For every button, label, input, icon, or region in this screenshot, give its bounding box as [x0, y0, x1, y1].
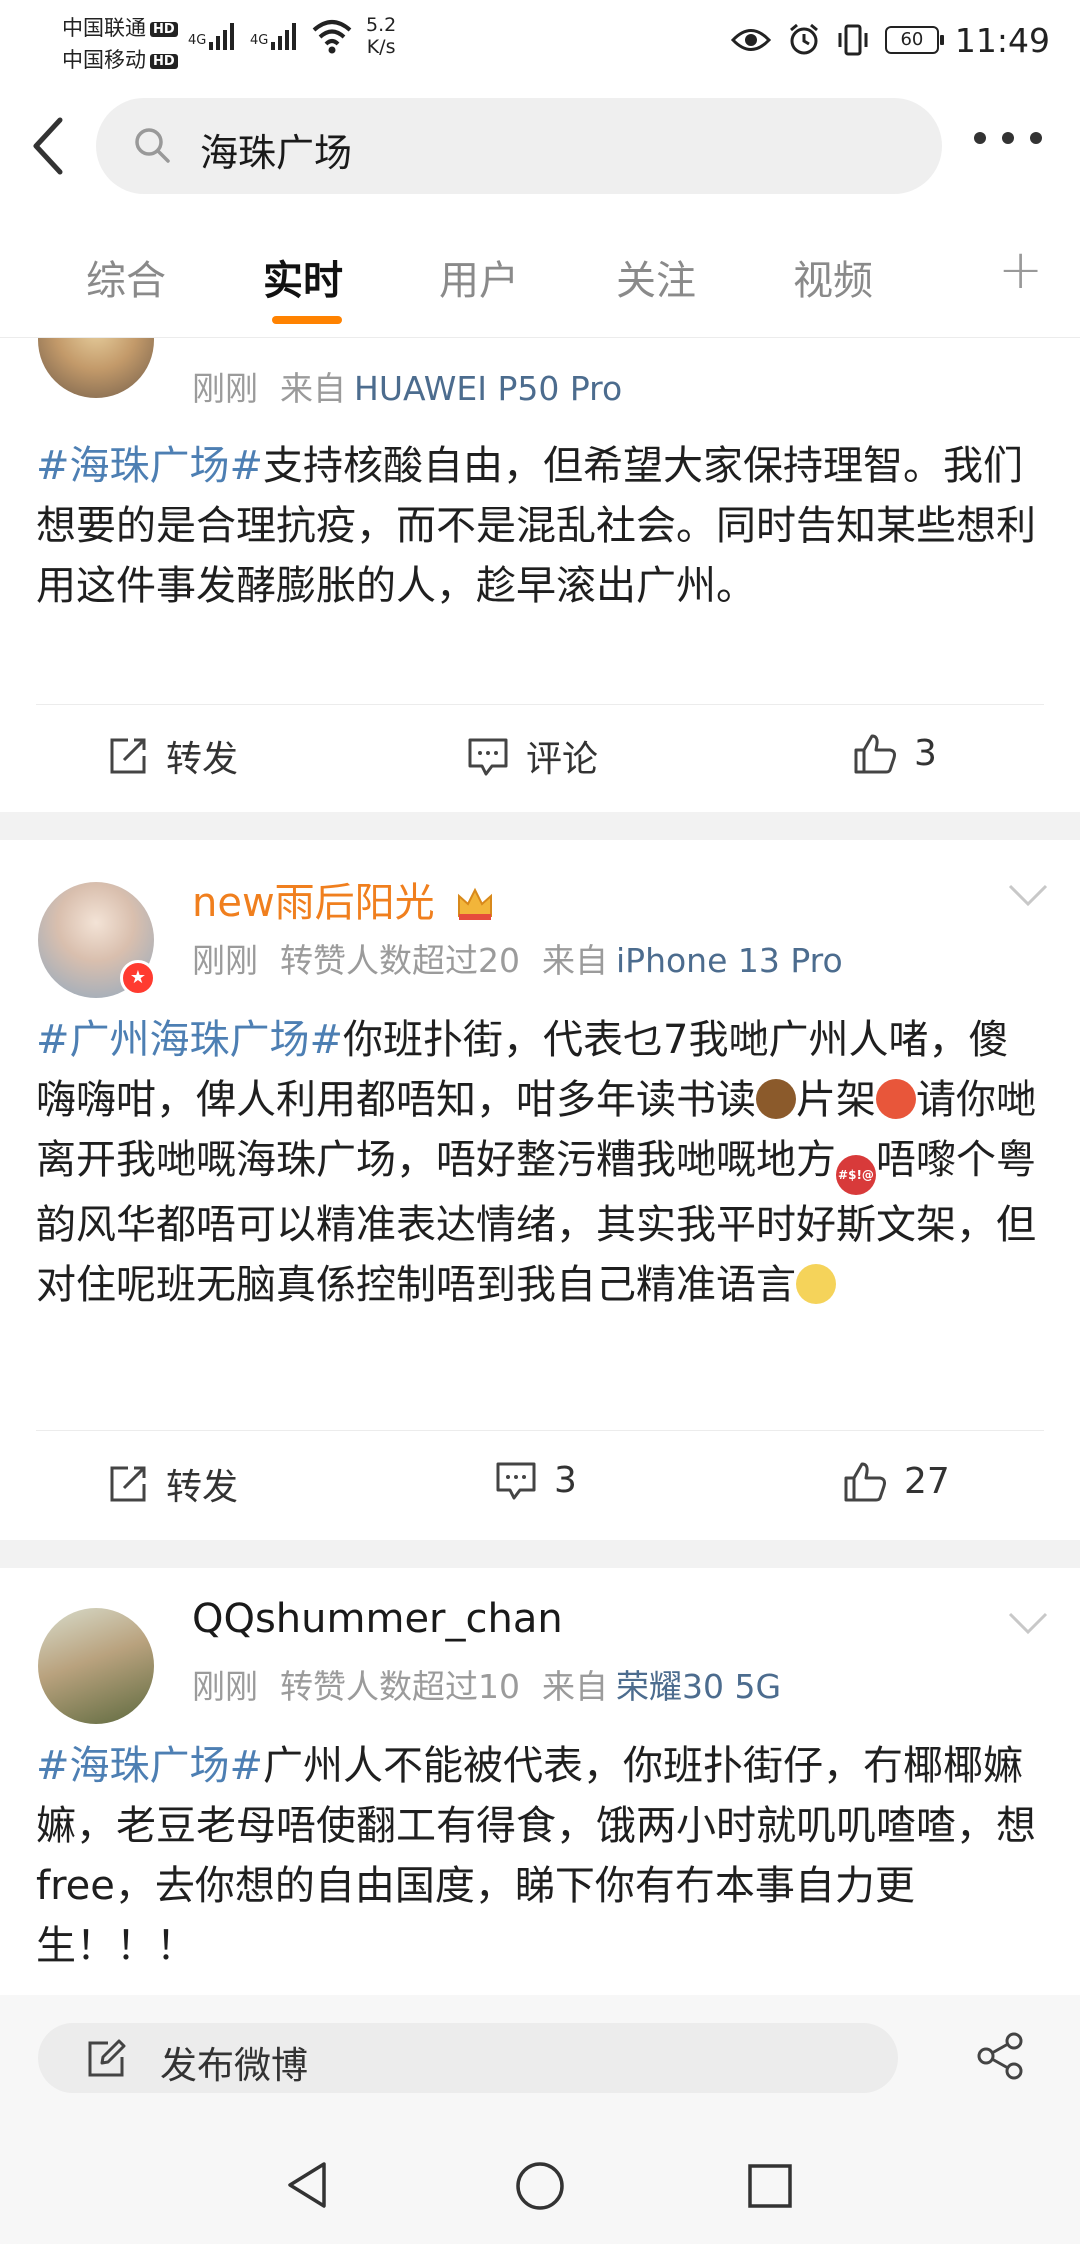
signal-1-icon: 4G — [188, 22, 235, 50]
tab-realtime[interactable]: 实时 — [263, 248, 343, 306]
search-icon — [135, 128, 170, 163]
poop-emoji-icon — [756, 1079, 796, 1119]
tab-following[interactable]: 关注 — [616, 248, 696, 306]
repost-icon — [110, 1466, 146, 1502]
compose-post-button[interactable]: 发布微博 — [38, 2023, 898, 2093]
divider — [36, 704, 1044, 705]
bottom-action-bar: 发布微博 — [0, 1995, 1080, 2120]
comment-icon — [496, 1462, 536, 1500]
comment-button[interactable]: 3 — [494, 1458, 577, 1502]
signal-2-icon: 4G — [250, 22, 297, 50]
chevron-down-icon[interactable] — [1006, 880, 1050, 910]
wifi-icon — [312, 20, 352, 54]
nav-home-icon[interactable] — [514, 2160, 566, 2212]
repost-icon — [110, 738, 146, 774]
comment-icon — [468, 738, 508, 776]
feed[interactable]: 刚刚 来自 HUAWEI P50 Pro #海珠广场#支持核酸自由，但希望大家保持理… — [0, 338, 1080, 1995]
carrier-1: 中国联通 HD — [62, 12, 178, 42]
search-input[interactable]: 海珠广场 — [96, 98, 942, 194]
tab-comprehensive[interactable]: 综合 — [86, 248, 166, 306]
post-card-1[interactable]: 刚刚 来自 HUAWEI P50 Pro #海珠广场#支持核酸自由，但希望大家保持理… — [0, 338, 1080, 812]
angry-emoji-icon — [876, 1079, 916, 1119]
verified-badge-icon: ★ — [120, 960, 156, 996]
hashtag-link[interactable]: #海珠广场# — [36, 1743, 263, 1789]
tab-bar: 综合 实时 用户 关注 视频 + — [0, 212, 1080, 338]
like-button[interactable]: 27 — [842, 1458, 950, 1504]
nav-recents-icon[interactable] — [746, 2162, 794, 2210]
hashtag-link[interactable]: #海珠广场# — [36, 443, 263, 489]
post-card-2[interactable]: ★ new雨后阳光 刚刚 转赞人数超过20 来自 iPhone 13 Pro #广州海… — [0, 840, 1080, 1540]
active-tab-indicator — [272, 316, 342, 324]
smug-emoji-icon — [796, 1264, 836, 1304]
vibrate-icon — [838, 24, 868, 56]
carrier-2: 中国移动 HD — [62, 44, 178, 74]
system-nav-bar — [0, 2120, 1080, 2244]
network-speed: 5.2 K/s — [366, 14, 397, 58]
post-meta: 刚刚 转赞人数超过10 来自 荣耀30 5G — [192, 1667, 782, 1706]
divider — [36, 1430, 1044, 1431]
post-meta: 刚刚 转赞人数超过20 来自 iPhone 13 Pro — [192, 941, 843, 980]
edit-icon — [88, 2039, 126, 2077]
comment-button[interactable]: 评论 — [466, 730, 598, 782]
repost-button[interactable]: 转发 — [106, 730, 238, 782]
nav-back-icon[interactable] — [284, 2160, 330, 2210]
chevron-down-icon[interactable] — [1006, 1608, 1050, 1638]
post-card-3[interactable]: QQshummer_chan 刚刚 转赞人数超过10 来自 荣耀30 5G #海珠广场… — [0, 1568, 1080, 1995]
username[interactable]: new雨后阳光 — [192, 870, 495, 928]
thumbs-up-icon — [854, 734, 896, 774]
like-button[interactable]: 3 — [852, 730, 937, 776]
eye-icon — [730, 29, 771, 51]
search-query: 海珠广场 — [200, 131, 353, 175]
cursing-emoji-icon: #$!@ — [836, 1155, 876, 1195]
tab-users[interactable]: 用户 — [439, 248, 519, 306]
avatar[interactable] — [38, 1608, 154, 1724]
share-icon[interactable] — [974, 2031, 1028, 2081]
avatar[interactable] — [38, 338, 154, 398]
repost-button[interactable]: 转发 — [106, 1458, 238, 1510]
tab-video[interactable]: 视频 — [793, 248, 873, 306]
add-tab-icon[interactable]: + — [998, 238, 1043, 301]
status-bar: 中国联通 HD 中国移动 HD 4G 4G 5.2 K/s 60 11:49 — [0, 0, 1080, 80]
back-arrow-icon[interactable] — [26, 114, 70, 178]
post-meta: 刚刚 来自 HUAWEI P50 Pro — [192, 369, 623, 408]
post-content[interactable]: #海珠广场#广州人不能被代表，你班扑街仔，冇椰椰嫲嫲，老豆老母唔使翻工有得食，饿… — [36, 1736, 1046, 1976]
thumbs-up-icon — [844, 1462, 886, 1502]
alarm-icon — [789, 23, 818, 55]
battery-icon: 60 — [884, 26, 944, 54]
username[interactable]: QQshummer_chan — [192, 1596, 563, 1642]
post-content[interactable]: #广州海珠广场#你班扑街，代表乜7我哋广州人啫，傻嗨嗨咁，俾人利用都唔知，咁多年… — [36, 1010, 1046, 1315]
search-header: 海珠广场 — [0, 80, 1080, 212]
hashtag-link[interactable]: #广州海珠广场# — [36, 1017, 343, 1063]
vip-crown-icon — [458, 887, 493, 920]
clock: 11:49 — [954, 20, 1050, 60]
more-options-icon[interactable] — [974, 132, 1042, 144]
post-content[interactable]: #海珠广场#支持核酸自由，但希望大家保持理智。我们想要的是合理抗疫，而不是混乱社… — [36, 436, 1046, 616]
